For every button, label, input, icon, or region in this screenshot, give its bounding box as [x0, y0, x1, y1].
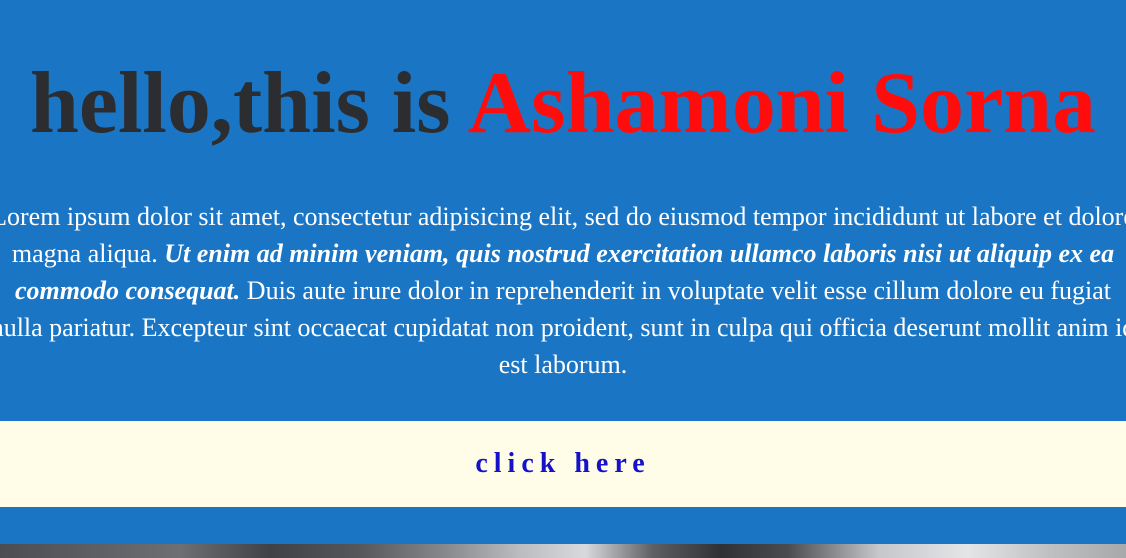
cta-band: click here — [0, 421, 1126, 507]
title-name: Ashamoni Sorna — [467, 55, 1097, 152]
title-greeting: hello,this is — [29, 55, 468, 152]
click-here-button[interactable]: click here — [0, 421, 1126, 507]
photo-strip-image — [0, 544, 1126, 558]
hero-paragraph: Lorem ipsum dolor sit amet, consectetur … — [0, 198, 1126, 383]
hero-title: hello,this is Ashamoni Sorna — [30, 52, 1096, 156]
